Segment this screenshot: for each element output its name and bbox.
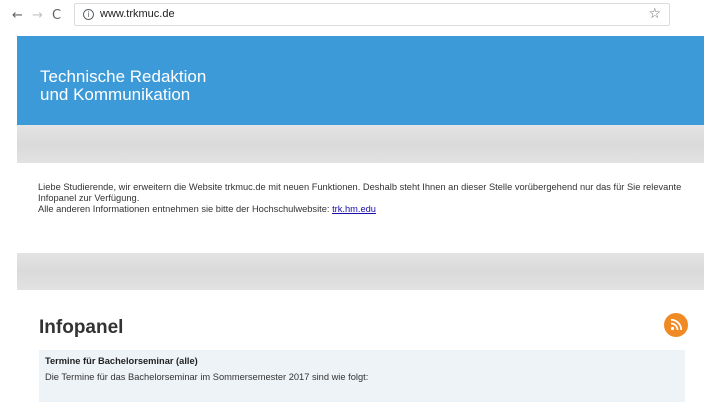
entry-text: Die Termine für das Bachelorseminar im S… bbox=[45, 372, 369, 382]
address-bar[interactable]: i www.trkmuc.de ☆ bbox=[74, 3, 670, 26]
notice-line-2: Alle anderen Informationen entnehmen sie… bbox=[38, 204, 688, 215]
back-arrow-icon[interactable]: ← bbox=[12, 8, 23, 24]
notice-line-2-prefix: Alle anderen Informationen entnehmen sie… bbox=[38, 204, 333, 214]
url-text[interactable]: www.trkmuc.de bbox=[100, 8, 175, 20]
site-header: Technische Redaktion und Kommunikation bbox=[17, 36, 704, 125]
reload-icon[interactable]: C bbox=[52, 8, 61, 24]
forward-arrow-icon[interactable]: → bbox=[32, 8, 43, 24]
star-icon[interactable]: ☆ bbox=[648, 6, 661, 22]
rss-feed-icon[interactable] bbox=[664, 313, 688, 337]
decorative-stripe bbox=[17, 125, 704, 163]
decorative-stripe bbox=[17, 253, 704, 290]
notice-text: Liebe Studierende, wir erweitern die Web… bbox=[38, 182, 688, 215]
entry-title[interactable]: Termine für Bachelorseminar (alle) bbox=[45, 356, 198, 366]
info-icon[interactable]: i bbox=[83, 9, 94, 20]
browser-toolbar: ← → C i www.trkmuc.de ☆ bbox=[0, 0, 704, 36]
rss-glyph bbox=[670, 318, 683, 331]
notice-line-1: Liebe Studierende, wir erweitern die Web… bbox=[38, 182, 682, 203]
infopanel-entry[interactable]: Termine für Bachelorseminar (alle) Die T… bbox=[39, 350, 685, 402]
site-title: Technische Redaktion und Kommunikation bbox=[40, 67, 207, 104]
infopanel-heading: Infopanel bbox=[39, 317, 124, 338]
hochschul-website-link[interactable]: trk.hm.edu bbox=[332, 204, 376, 214]
